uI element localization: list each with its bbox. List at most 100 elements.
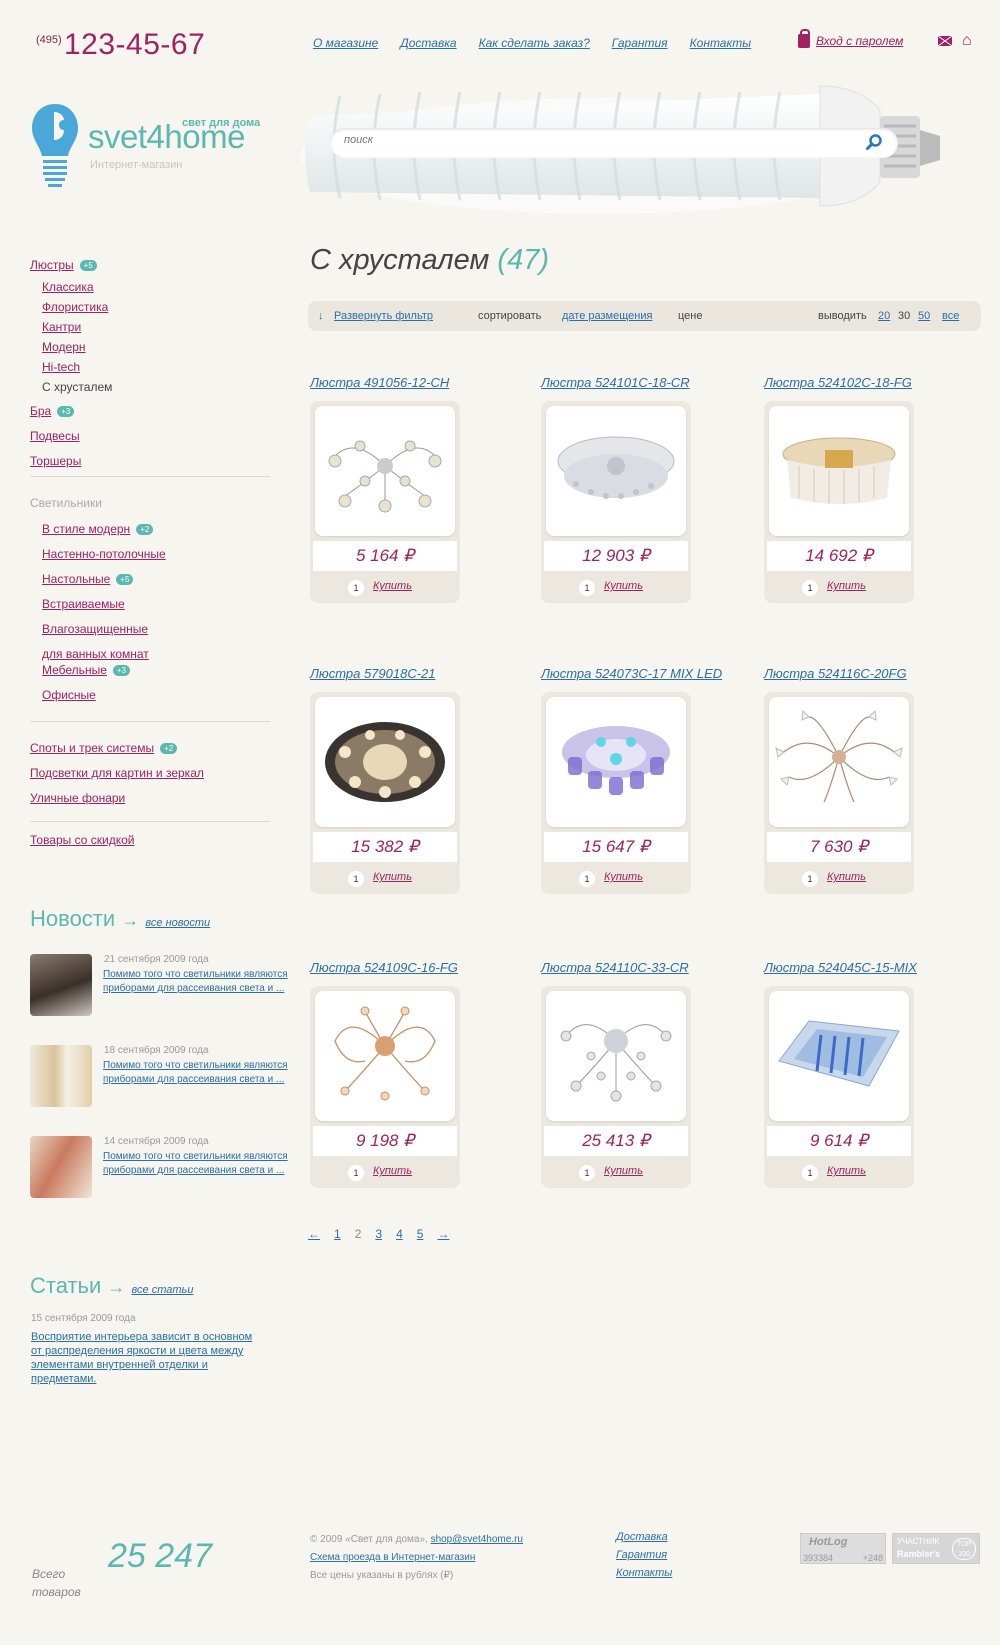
product-image[interactable] bbox=[546, 697, 686, 827]
nav-warranty[interactable]: Гарантия bbox=[612, 36, 668, 50]
sidebar-item-classic[interactable]: Классика bbox=[42, 280, 94, 294]
news-link[interactable]: Помимо того что светильники являются при… bbox=[103, 1150, 303, 1178]
news-thumbnail[interactable] bbox=[30, 1136, 92, 1198]
quantity-field[interactable]: 1 bbox=[579, 871, 595, 887]
sidebar-item-torshery[interactable]: Торшеры bbox=[30, 454, 81, 468]
sort-by-date-link[interactable]: дате размещения bbox=[562, 310, 652, 322]
nav-delivery[interactable]: Доставка bbox=[400, 36, 456, 50]
quantity-field[interactable]: 1 bbox=[802, 580, 818, 596]
sidebar-item-office[interactable]: Офисные bbox=[42, 688, 96, 702]
product-image[interactable] bbox=[769, 406, 909, 536]
product-title[interactable]: Люстра 579018C-21 bbox=[310, 666, 436, 681]
quantity-field[interactable]: 1 bbox=[579, 1165, 595, 1181]
sidebar-item-waterproof[interactable]: Влагозащищенные bbox=[42, 622, 148, 636]
expand-filter-link[interactable]: Развернуть фильтр bbox=[334, 310, 433, 322]
quantity-field[interactable]: 1 bbox=[802, 871, 818, 887]
sidebar-link-furniture[interactable]: Мебельные bbox=[42, 663, 107, 677]
quantity-field[interactable]: 1 bbox=[348, 580, 364, 596]
footer-link-contacts[interactable]: Контакты bbox=[616, 1564, 672, 1582]
buy-link[interactable]: Купить bbox=[604, 871, 643, 883]
quantity-field[interactable]: 1 bbox=[348, 871, 364, 887]
mail-icon[interactable] bbox=[938, 36, 952, 46]
page-link-4[interactable]: 4 bbox=[396, 1227, 403, 1241]
news-link[interactable]: Помимо того что светильники являются при… bbox=[103, 968, 303, 996]
product-title[interactable]: Люстра 491056-12-CH bbox=[310, 375, 449, 390]
buy-link[interactable]: Купить bbox=[373, 580, 412, 592]
product-title[interactable]: Люстра 524101C-18-CR bbox=[541, 375, 690, 390]
product-title[interactable]: Люстра 524110C-33-CR bbox=[541, 960, 689, 975]
show-all-link[interactable]: все bbox=[942, 310, 959, 322]
search-input[interactable] bbox=[344, 134, 824, 146]
email-link[interactable]: shop@svet4home.ru bbox=[431, 1534, 523, 1545]
sidebar-item-floristic[interactable]: Флористика bbox=[42, 300, 108, 314]
product-image[interactable] bbox=[769, 697, 909, 827]
footer-link-delivery[interactable]: Доставка bbox=[616, 1528, 672, 1546]
article-link[interactable]: Восприятие интерьера зависит в основном … bbox=[31, 1330, 266, 1386]
sort-by-price[interactable]: цене bbox=[678, 310, 703, 322]
sidebar-item-podsvetki[interactable]: Подсветки для картин и зеркал bbox=[30, 766, 204, 780]
product-image[interactable] bbox=[546, 991, 686, 1121]
logo-bulb-icon[interactable] bbox=[30, 102, 80, 190]
sidebar-item-hitech[interactable]: Hi-tech bbox=[42, 360, 80, 374]
product-title[interactable]: Люстра 524102C-18-FG bbox=[764, 375, 912, 390]
quantity-field[interactable]: 1 bbox=[348, 1165, 364, 1181]
sidebar-link-bra[interactable]: Бра bbox=[30, 404, 51, 418]
nav-contacts[interactable]: Контакты bbox=[690, 36, 752, 50]
all-news-link[interactable]: все новости bbox=[145, 917, 210, 929]
nav-about[interactable]: О магазине bbox=[313, 36, 378, 50]
buy-link[interactable]: Купить bbox=[827, 871, 866, 883]
sidebar-item-country[interactable]: Кантри bbox=[42, 320, 81, 334]
product-image[interactable] bbox=[546, 406, 686, 536]
buy-link[interactable]: Купить bbox=[604, 1165, 643, 1177]
sidebar-item-ulichnye[interactable]: Уличные фонари bbox=[30, 791, 125, 805]
home-icon[interactable]: ⌂ bbox=[962, 33, 972, 49]
product-image[interactable] bbox=[769, 991, 909, 1121]
show-20-link[interactable]: 20 bbox=[878, 310, 890, 322]
quantity-field[interactable]: 1 bbox=[802, 1165, 818, 1181]
buy-link[interactable]: Купить bbox=[827, 1165, 866, 1177]
news-title: Новости bbox=[30, 906, 116, 931]
quantity-field[interactable]: 1 bbox=[579, 580, 595, 596]
page-link-1[interactable]: 1 bbox=[334, 1227, 341, 1241]
sidebar-link-svet-modern[interactable]: В стиле модерн bbox=[42, 522, 130, 536]
product-image[interactable] bbox=[315, 406, 455, 536]
articles-arrow: → bbox=[107, 1277, 126, 1297]
news-thumbnail[interactable] bbox=[30, 954, 92, 1016]
buy-link[interactable]: Купить bbox=[373, 871, 412, 883]
sidebar-item-bathroom[interactable]: для ванных комнат bbox=[42, 647, 149, 661]
sidebar-item-discount[interactable]: Товары со скидкой bbox=[30, 833, 134, 847]
show-50-link[interactable]: 50 bbox=[918, 310, 930, 322]
product-title[interactable]: Люстра 524045C-15-MIX bbox=[764, 960, 917, 975]
product-title[interactable]: Люстра 524073C-17 MIX LED bbox=[541, 666, 722, 681]
rambler-counter[interactable]: УЧАСТНИК Rambler's TOP 100 bbox=[892, 1533, 980, 1564]
sidebar-item-builtin[interactable]: Встраиваемые bbox=[42, 597, 125, 611]
map-link[interactable]: Схема проезда в Интернет-магазин bbox=[310, 1552, 475, 1563]
news-thumbnail[interactable] bbox=[30, 1045, 92, 1107]
page-link-5[interactable]: 5 bbox=[417, 1227, 424, 1241]
product-image[interactable] bbox=[315, 697, 455, 827]
buy-link[interactable]: Купить bbox=[604, 580, 643, 592]
news-link[interactable]: Помимо того что светильники являются при… bbox=[103, 1059, 303, 1087]
product-title[interactable]: Люстра 524109C-16-FG bbox=[310, 960, 458, 975]
footer-link-warranty[interactable]: Гарантия bbox=[616, 1546, 672, 1564]
sidebar-link-spoty[interactable]: Споты и трек системы bbox=[30, 741, 154, 755]
sidebar-item-wall-ceiling[interactable]: Настенно-потолочные bbox=[42, 547, 166, 561]
buy-link[interactable]: Купить bbox=[827, 580, 866, 592]
product-price: 12 903 ₽ bbox=[544, 541, 688, 571]
search-icon[interactable] bbox=[866, 134, 882, 150]
next-page-arrow[interactable]: → bbox=[437, 1227, 449, 1241]
hotlog-counter[interactable]: HotLog 393384 +248 bbox=[800, 1533, 886, 1564]
all-articles-link[interactable]: все статьи bbox=[132, 1284, 194, 1296]
buy-link[interactable]: Купить bbox=[373, 1165, 412, 1177]
nav-how-to-order[interactable]: Как сделать заказ? bbox=[479, 36, 590, 50]
page-link-3[interactable]: 3 bbox=[375, 1227, 382, 1241]
prev-page-arrow[interactable]: ← bbox=[308, 1227, 320, 1241]
sidebar-link-desk[interactable]: Настольные bbox=[42, 572, 110, 586]
sidebar-item-podvesy[interactable]: Подвесы bbox=[30, 429, 80, 443]
login-link[interactable]: Вход с паролем bbox=[816, 34, 903, 48]
sidebar-link-lustry[interactable]: Люстры bbox=[30, 258, 74, 272]
product-image[interactable] bbox=[315, 991, 455, 1121]
product-title[interactable]: Люстра 524116C-20FG bbox=[764, 666, 907, 681]
product-box: 15 382 ₽ 1 Купить bbox=[310, 692, 460, 894]
sidebar-item-modern[interactable]: Модерн bbox=[42, 340, 86, 354]
